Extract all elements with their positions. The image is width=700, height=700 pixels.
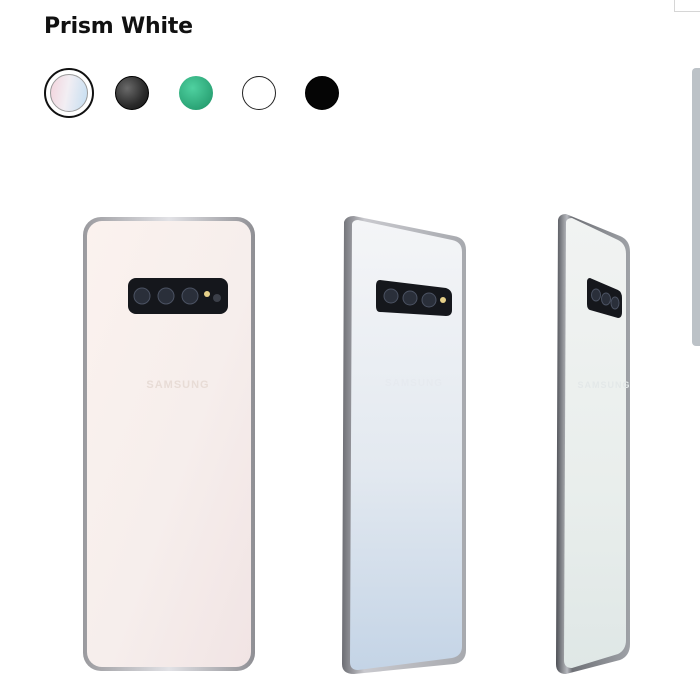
swatch-white[interactable] — [234, 68, 284, 118]
swatch-white-dot — [242, 76, 276, 110]
product-color-page: Prism White SAMSUNG SAMSUNG SAMSUNG — [0, 0, 700, 700]
brand-logo-text: SAMSUNG — [577, 380, 630, 390]
scrollbar[interactable] — [692, 68, 700, 346]
swatch-black[interactable] — [297, 68, 347, 118]
phone-angled-view: SAMSUNG — [342, 216, 466, 674]
swatch-prism-black-dot — [115, 76, 149, 110]
swatch-prism-green-dot — [179, 76, 213, 110]
phone-back-view: SAMSUNG — [83, 217, 255, 671]
swatch-prism-green[interactable] — [171, 68, 221, 118]
swatch-prism-white-dot — [50, 74, 88, 112]
phone-side-view: SAMSUNG — [556, 214, 630, 674]
selected-color-title: Prism White — [44, 14, 193, 39]
swatch-prism-black[interactable] — [107, 68, 157, 118]
top-right-edge — [674, 0, 700, 12]
brand-logo-text: SAMSUNG — [146, 379, 209, 391]
brand-logo-text: SAMSUNG — [385, 378, 443, 389]
swatch-prism-white[interactable] — [44, 68, 94, 118]
swatch-black-dot — [305, 76, 339, 110]
